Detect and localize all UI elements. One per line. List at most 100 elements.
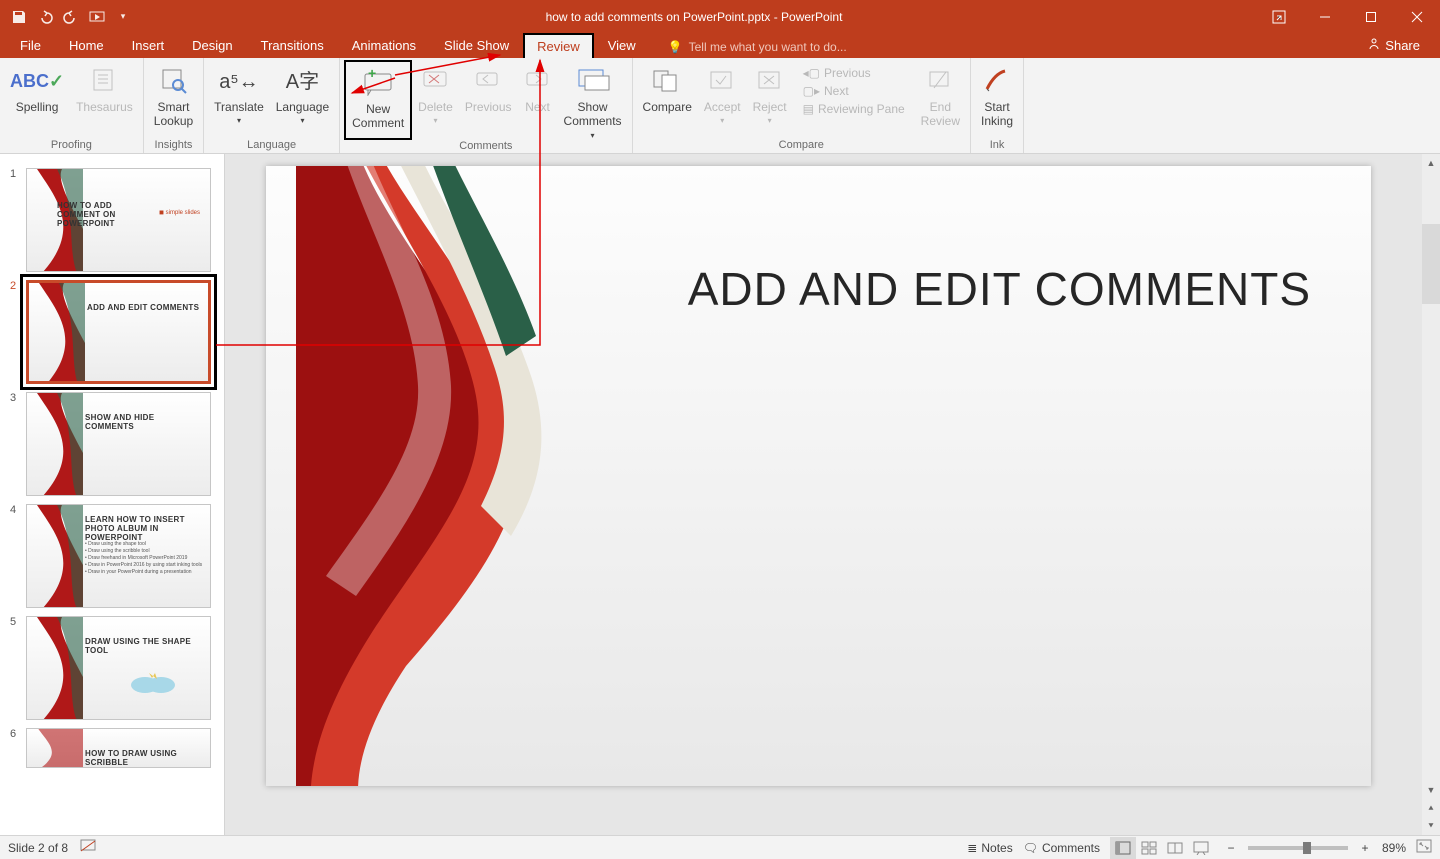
accept-icon	[708, 68, 736, 95]
accept-label: Accept	[704, 100, 741, 114]
view-buttons	[1110, 837, 1214, 859]
next-slide-icon[interactable]: ⯆	[1422, 817, 1440, 835]
zoom-level[interactable]: 89%	[1382, 841, 1406, 855]
slide-thumbnail-2[interactable]: ADD AND EDIT COMMENTS	[26, 280, 211, 384]
slideshow-start-icon[interactable]	[88, 8, 106, 26]
next-comment-button[interactable]: Next	[518, 60, 558, 140]
workspace: 1 HOW TO ADD COMMENT ON POWERPOINT ◼ sim…	[0, 154, 1440, 835]
slide-thumbnail-6[interactable]: HOW TO DRAW USING SCRIBBLE	[26, 728, 211, 768]
thesaurus-label: Thesaurus	[76, 100, 133, 114]
start-inking-button[interactable]: Start Inking	[975, 60, 1019, 139]
thumb-title: DRAW USING THE SHAPE TOOL	[85, 637, 205, 655]
end-review-button[interactable]: End Review	[915, 60, 966, 139]
thumb-number: 3	[10, 392, 20, 496]
comments-icon: 🗨	[1023, 841, 1038, 855]
ribbon-display-options-icon[interactable]	[1256, 0, 1302, 33]
group-proofing: ABC✓ Spelling Thesaurus Proofing	[0, 58, 144, 153]
slide-thumbnail-3[interactable]: SHOW AND HIDE COMMENTS	[26, 392, 211, 496]
spelling-button[interactable]: ABC✓ Spelling	[4, 60, 70, 139]
slide-sorter-view-button[interactable]	[1136, 837, 1162, 859]
notes-button[interactable]: ≣ Notes	[967, 841, 1012, 855]
compare-button[interactable]: Compare	[637, 60, 698, 139]
thesaurus-button[interactable]: Thesaurus	[70, 60, 139, 139]
tell-me-search[interactable]: 💡 Tell me what you want to do...	[660, 36, 855, 58]
zoom-slider[interactable]	[1248, 846, 1348, 850]
tab-slideshow[interactable]: Slide Show	[430, 33, 523, 58]
tab-insert[interactable]: Insert	[118, 33, 179, 58]
tab-design[interactable]: Design	[178, 33, 246, 58]
fit-to-window-button[interactable]	[1416, 839, 1432, 856]
share-button[interactable]: Share	[1357, 33, 1430, 58]
tab-file[interactable]: File	[6, 33, 55, 58]
tab-home[interactable]: Home	[55, 33, 118, 58]
scroll-up-icon[interactable]: ▲	[1422, 154, 1440, 172]
translate-icon: a⁵↔	[219, 70, 258, 94]
qat-customize-icon[interactable]: ▾	[114, 8, 132, 26]
scrollbar-thumb[interactable]	[1422, 224, 1440, 304]
minimize-button[interactable]	[1302, 0, 1348, 33]
redo-icon[interactable]	[62, 8, 80, 26]
zoom-out-button[interactable]: −	[1224, 841, 1238, 855]
previous-comment-icon	[474, 68, 502, 95]
zoom-in-button[interactable]: +	[1358, 841, 1372, 855]
new-comment-label: New Comment	[352, 102, 404, 131]
reject-button[interactable]: Reject ▾	[747, 60, 793, 139]
start-inking-label: Start Inking	[981, 100, 1013, 129]
document-title: how to add comments on PowerPoint.pptx -…	[132, 10, 1256, 24]
slide-title-text[interactable]: ADD AND EDIT COMMENTS	[688, 262, 1311, 316]
title-bar: ▾ how to add comments on PowerPoint.pptx…	[0, 0, 1440, 33]
language-button[interactable]: A字 Language ▾	[270, 60, 335, 139]
tab-review[interactable]: Review	[523, 33, 594, 58]
translate-button[interactable]: a⁵↔ Translate ▾	[208, 60, 270, 139]
language-icon: A字	[286, 70, 319, 94]
save-icon[interactable]	[10, 8, 28, 26]
group-language: a⁵↔ Translate ▾ A字 Language ▾ Language	[204, 58, 340, 153]
compare-label: Compare	[643, 100, 692, 114]
slide-thumbnail-panel[interactable]: 1 HOW TO ADD COMMENT ON POWERPOINT ◼ sim…	[0, 154, 225, 835]
slide-thumbnail-1[interactable]: HOW TO ADD COMMENT ON POWERPOINT ◼ simpl…	[26, 168, 211, 272]
group-insights: Smart Lookup Insights	[144, 58, 204, 153]
vertical-scrollbar[interactable]: ▲ ▼ ⯅ ⯆	[1422, 154, 1440, 835]
previous-comment-button[interactable]: Previous	[459, 60, 518, 140]
slideshow-view-button[interactable]	[1188, 837, 1214, 859]
accept-button[interactable]: Accept ▾	[698, 60, 747, 139]
tab-transitions[interactable]: Transitions	[247, 33, 338, 58]
close-button[interactable]	[1394, 0, 1440, 33]
thumb-title: SHOW AND HIDE COMMENTS	[85, 413, 205, 431]
language-label: Language	[276, 100, 329, 114]
zoom-slider-thumb[interactable]	[1303, 842, 1311, 854]
tab-view[interactable]: View	[594, 33, 650, 58]
previous-icon: ◂▢	[803, 66, 820, 80]
reviewing-pane-button[interactable]: ▤Reviewing Pane	[799, 100, 909, 118]
slide-thumbnail-4[interactable]: LEARN HOW TO INSERT PHOTO ALBUM IN POWER…	[26, 504, 211, 608]
prev-slide-icon[interactable]: ⯅	[1422, 799, 1440, 817]
spellcheck-status-icon[interactable]	[80, 839, 96, 856]
thesaurus-icon	[90, 66, 118, 97]
thumb-number: 4	[10, 504, 20, 608]
group-ink: Start Inking Ink	[971, 58, 1024, 153]
compare-icon	[652, 67, 682, 96]
spelling-label: Spelling	[16, 100, 59, 114]
comments-button[interactable]: 🗨 Comments	[1023, 841, 1100, 855]
slide-thumbnail-5[interactable]: DRAW USING THE SHAPE TOOL	[26, 616, 211, 720]
new-comment-icon: +	[361, 68, 395, 99]
slide-counter[interactable]: Slide 2 of 8	[8, 841, 68, 855]
group-label-comments: Comments	[344, 140, 627, 154]
delete-comment-button[interactable]: Delete ▾	[412, 60, 459, 140]
maximize-button[interactable]	[1348, 0, 1394, 33]
new-comment-button[interactable]: + New Comment	[344, 60, 412, 140]
tab-animations[interactable]: Animations	[338, 33, 430, 58]
thumb-number: 2	[10, 280, 20, 384]
slide-editor-area[interactable]: ADD AND EDIT COMMENTS ▲ ▼ ⯅ ⯆	[231, 154, 1440, 835]
show-comments-button[interactable]: Show Comments ▾	[558, 60, 628, 140]
scroll-down-icon[interactable]: ▼	[1422, 781, 1440, 799]
smart-lookup-button[interactable]: Smart Lookup	[148, 60, 199, 139]
normal-view-button[interactable]	[1110, 837, 1136, 859]
compare-previous-button[interactable]: ◂▢Previous	[799, 64, 909, 82]
reading-view-button[interactable]	[1162, 837, 1188, 859]
undo-icon[interactable]	[36, 8, 54, 26]
slide-canvas[interactable]: ADD AND EDIT COMMENTS	[266, 166, 1371, 786]
spelling-icon: ABC✓	[10, 71, 64, 93]
translate-label: Translate	[214, 100, 264, 114]
compare-next-button[interactable]: ▢▸Next	[799, 82, 909, 100]
